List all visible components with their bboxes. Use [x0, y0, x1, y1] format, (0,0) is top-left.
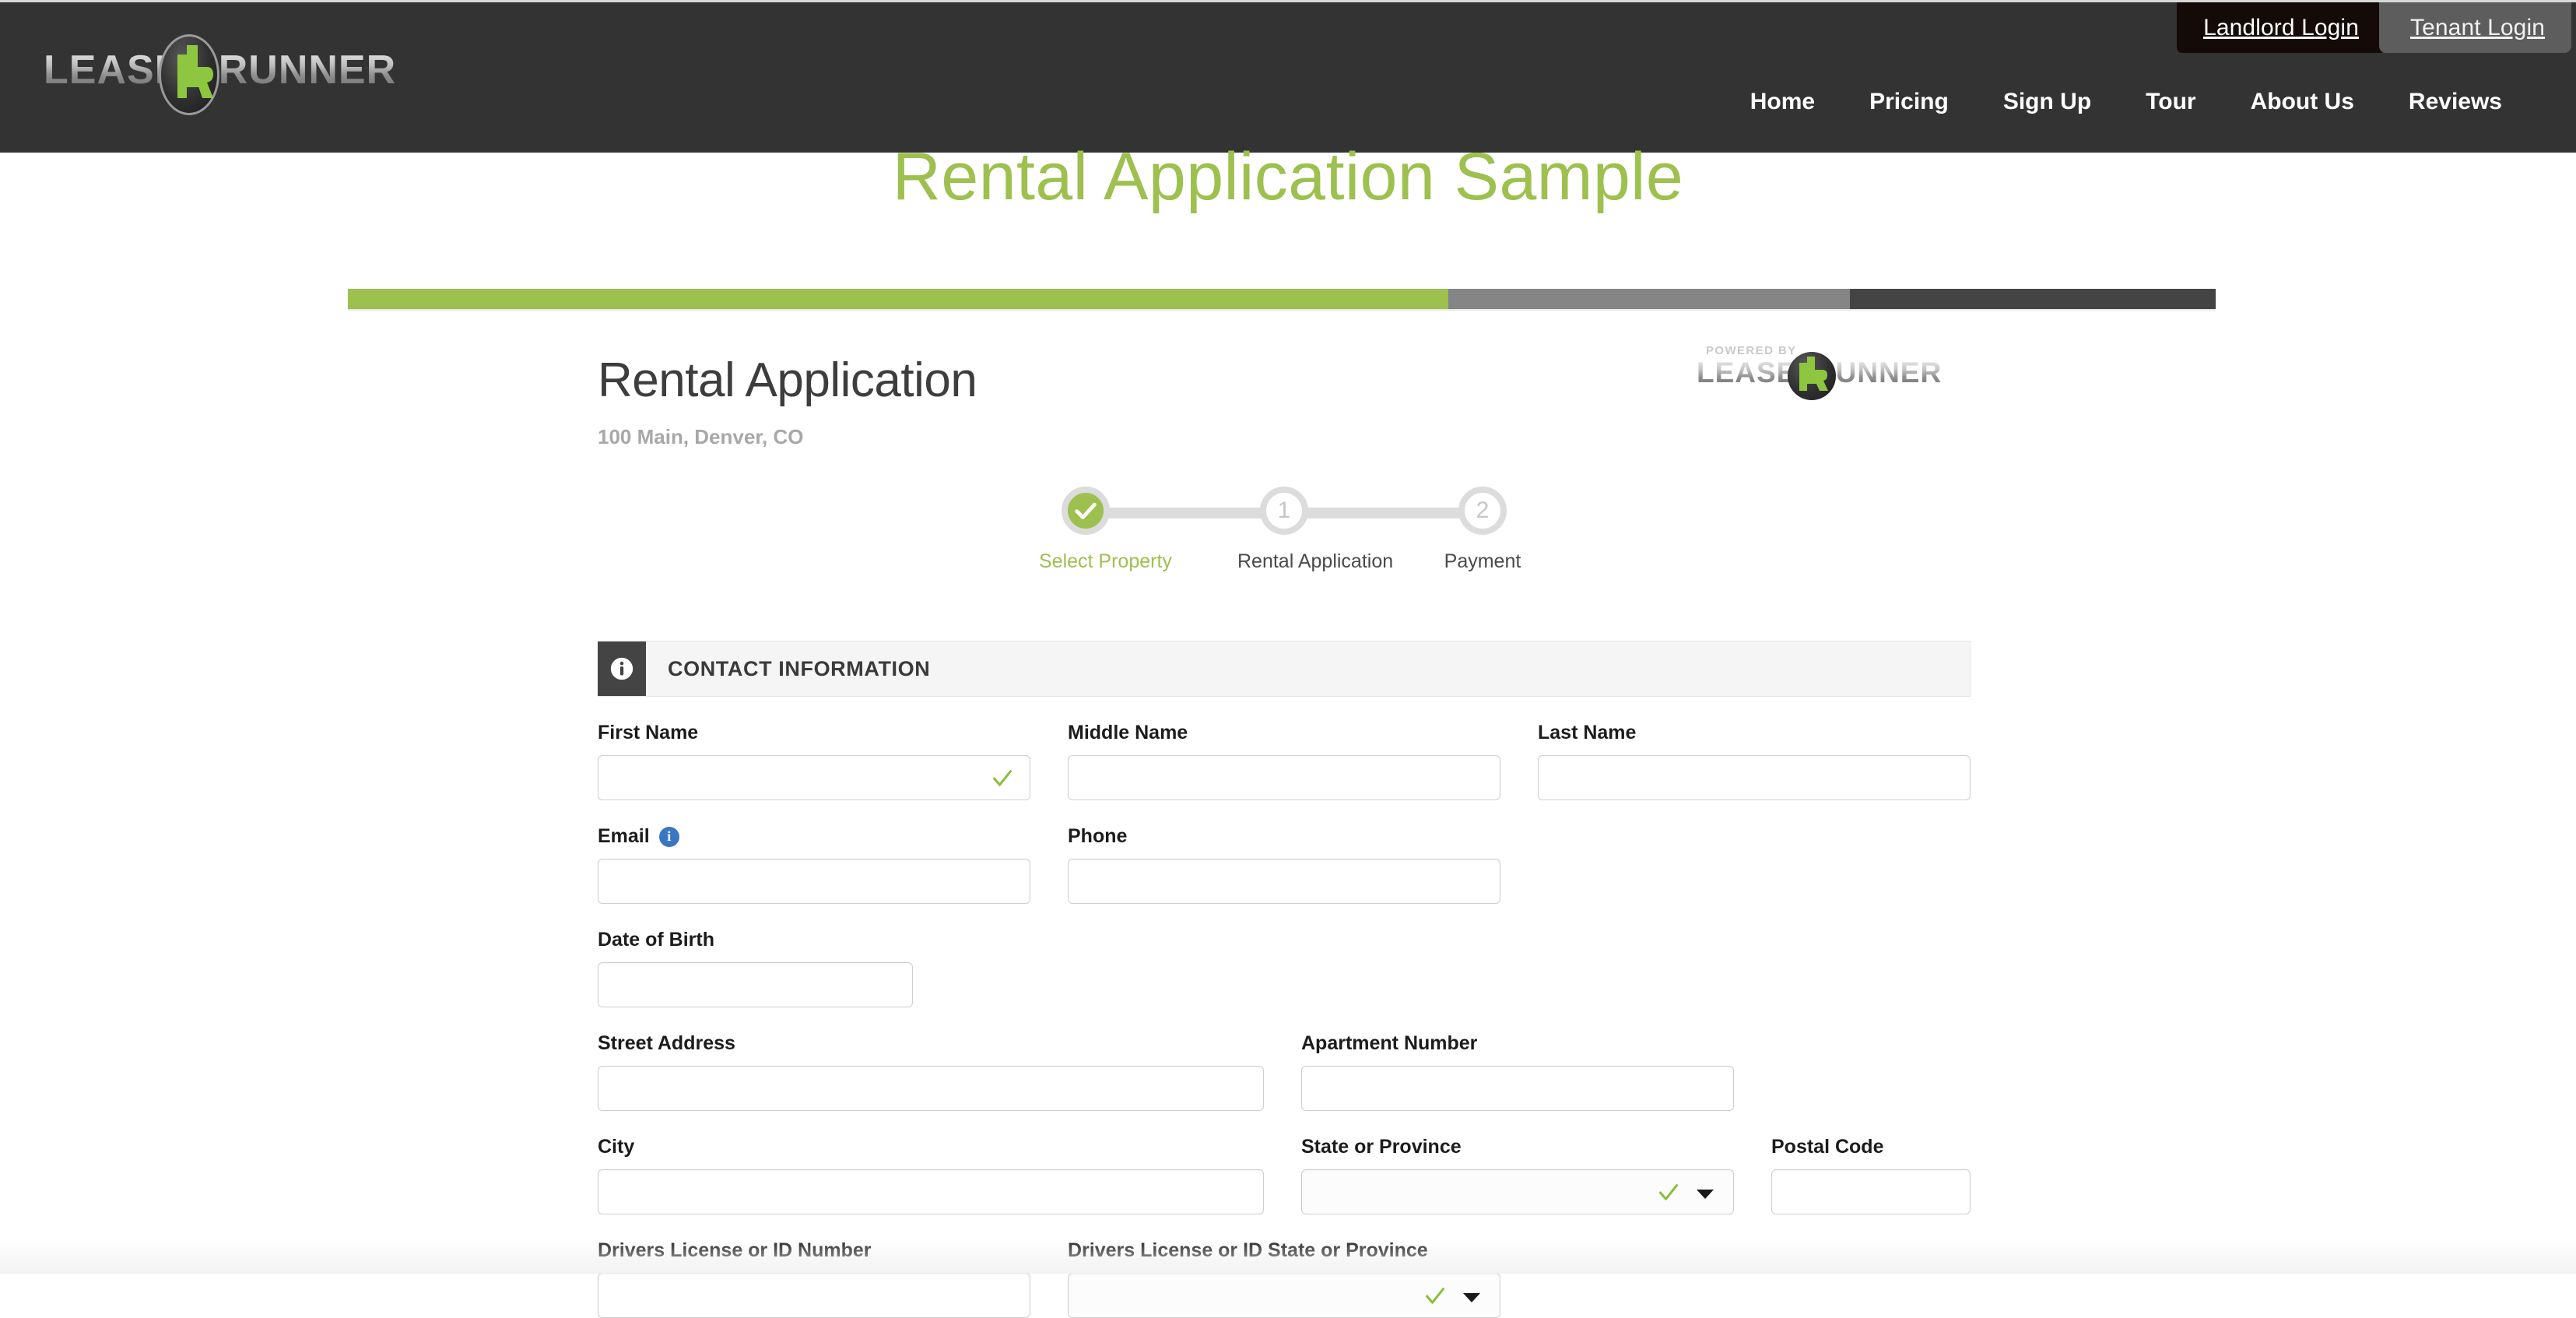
chevron-down-icon[interactable] [1697, 1190, 1714, 1199]
label-date-of-birth: Date of Birth [598, 929, 913, 951]
form-row-city-state-zip: City State or Province Postal Code [598, 1136, 1971, 1214]
form-row-name: First Name Middle Name Last Name [598, 722, 1971, 800]
input-middle-name[interactable] [1068, 755, 1500, 800]
form-row-dob: Date of Birth [598, 929, 1971, 1007]
stepper-step-payment[interactable]: 2 Payment [1436, 487, 1529, 573]
field-city: City [598, 1136, 1264, 1214]
field-apartment-number: Apartment Number [1301, 1032, 1734, 1111]
powered-by-label: POWERED BY [1706, 344, 1797, 357]
form-row-drivers-license: Drivers License or ID Number Drivers Lic… [598, 1239, 1971, 1318]
label-drivers-license-number: Drivers License or ID Number [598, 1239, 1030, 1262]
input-apartment-number[interactable] [1301, 1066, 1734, 1111]
site-header: LEASE RUNNER Landlord Login Tenant Login… [0, 0, 2576, 153]
input-city[interactable] [598, 1169, 1264, 1214]
section-title: CONTACT INFORMATION [668, 657, 930, 681]
field-first-name: First Name [598, 722, 1030, 800]
label-postal-code: Postal Code [1771, 1136, 1971, 1158]
form-row-address: Street Address Apartment Number [598, 1032, 1971, 1111]
valid-check-icon [1658, 1182, 1679, 1204]
field-middle-name: Middle Name [1068, 722, 1500, 800]
info-icon [598, 641, 646, 696]
logo-wordmark: LEASE RUNNER [44, 47, 396, 93]
valid-check-icon [1424, 1285, 1446, 1307]
input-drivers-license-number[interactable] [598, 1273, 1030, 1318]
label-first-name: First Name [598, 722, 1030, 744]
input-street-address[interactable] [598, 1066, 1264, 1111]
stepper-step-select-property[interactable]: Select Property [1039, 487, 1132, 573]
site-logo[interactable]: LEASE RUNNER [44, 36, 402, 114]
label-street-address: Street Address [598, 1032, 1264, 1055]
label-last-name: Last Name [1538, 722, 1971, 744]
application-stepper: Select Property 1 Rental Application 2 P… [1039, 487, 1529, 596]
form-row-contact: Email i Phone [598, 825, 1971, 904]
field-email: Email i [598, 825, 1030, 904]
rental-application-card: POWERED BY LEASE RUNNER Rental Applicati… [598, 343, 1971, 1318]
input-postal-code[interactable] [1771, 1169, 1971, 1214]
label-apartment-number: Apartment Number [1301, 1032, 1734, 1055]
field-state-or-province: State or Province [1301, 1136, 1734, 1214]
application-progress-bar [348, 289, 2216, 309]
login-button-group: Landlord Login Tenant Login [2177, 2, 2571, 53]
field-drivers-license-state: Drivers License or ID State or Province [1068, 1239, 1500, 1318]
nav-item-about-us[interactable]: About Us [2223, 89, 2381, 115]
nav-item-tour[interactable]: Tour [2118, 89, 2223, 115]
valid-check-icon [991, 768, 1013, 789]
tenant-login-button[interactable]: Tenant Login [2379, 2, 2571, 53]
input-phone[interactable] [1068, 859, 1500, 904]
field-date-of-birth: Date of Birth [598, 929, 913, 1007]
nav-item-sign-up[interactable]: Sign Up [1976, 89, 2118, 115]
input-last-name[interactable] [1538, 755, 1971, 800]
form-property-address: 100 Main, Denver, CO [598, 425, 1971, 449]
label-middle-name: Middle Name [1068, 722, 1500, 744]
label-city: City [598, 1136, 1264, 1158]
stepper-label-1: Select Property [1039, 550, 1132, 573]
input-email[interactable] [598, 859, 1030, 904]
label-phone: Phone [1068, 825, 1500, 848]
nav-item-home[interactable]: Home [1723, 89, 1842, 115]
field-drivers-license-number: Drivers License or ID Number [598, 1239, 1030, 1318]
stepper-label-3: Payment [1436, 550, 1529, 573]
nav-item-reviews[interactable]: Reviews [2381, 89, 2529, 115]
check-icon [1072, 497, 1099, 524]
stepper-label-2: Rental Application [1237, 550, 1331, 573]
stepper-step-rental-application[interactable]: 1 Rental Application [1237, 487, 1331, 573]
powered-logo-lr-icon [1788, 353, 1835, 399]
field-street-address: Street Address [598, 1032, 1264, 1111]
field-postal-code: Postal Code [1771, 1136, 1971, 1214]
label-email: Email i [598, 825, 1030, 848]
info-circle-icon [609, 655, 635, 682]
progress-segment-complete [348, 289, 1448, 309]
chevron-down-icon[interactable] [1463, 1293, 1480, 1302]
page-title: Rental Application Sample [0, 139, 2576, 216]
logo-lr-mark-icon [163, 40, 216, 112]
main-navigation: Home Pricing Sign Up Tour About Us Revie… [1723, 89, 2529, 115]
powered-word-lease: LEASE [1697, 357, 1796, 388]
field-last-name: Last Name [1538, 722, 1971, 800]
stepper-bubble-3: 2 [1458, 487, 1507, 535]
label-email-text: Email [598, 825, 650, 848]
input-first-name[interactable] [598, 755, 1030, 800]
email-info-icon[interactable]: i [659, 827, 679, 847]
contact-information-section-header: CONTACT INFORMATION [598, 641, 1971, 697]
powered-by-leaserunner-logo: POWERED BY LEASE RUNNER [1697, 344, 1977, 405]
stepper-bubble-1 [1062, 487, 1110, 535]
label-state-or-province: State or Province [1301, 1136, 1734, 1158]
progress-segment-current [1448, 289, 1850, 309]
label-drivers-license-state: Drivers License or ID State or Province [1068, 1239, 1500, 1262]
stepper-bubble-2: 1 [1260, 487, 1308, 535]
progress-segment-remaining [1850, 289, 2216, 309]
input-date-of-birth[interactable] [598, 962, 913, 1007]
field-phone: Phone [1068, 825, 1500, 904]
nav-item-pricing[interactable]: Pricing [1842, 89, 1976, 115]
landlord-login-button[interactable]: Landlord Login [2177, 2, 2385, 53]
logo-word-runner: RUNNER [219, 47, 396, 93]
